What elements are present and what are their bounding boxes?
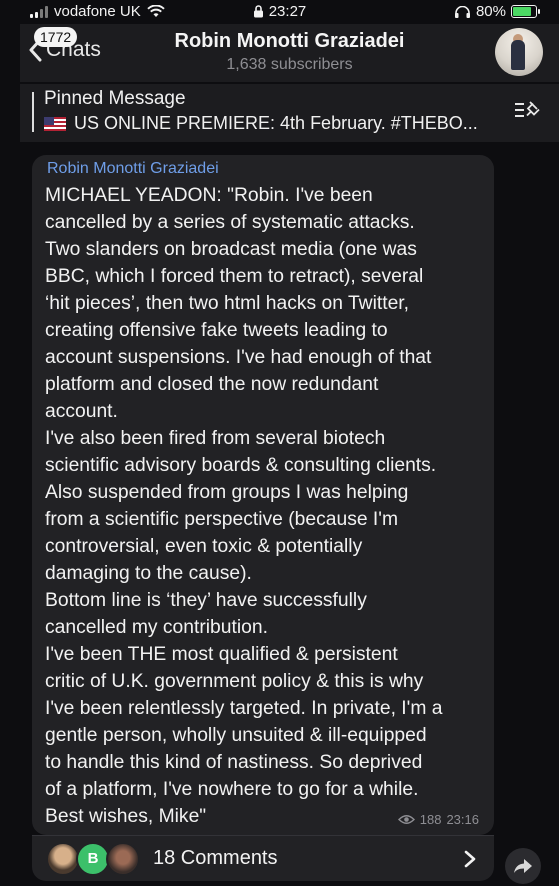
channel-title: Robin Monotti Graziadei: [174, 30, 405, 52]
message-line: of a platform, I've nowhere to go for a …: [45, 779, 419, 800]
chevron-right-icon: [464, 850, 476, 868]
telegram-channel-screen: vodafone UK 23:27 80% Chats 1772 Robin M…: [0, 0, 559, 886]
view-count: 188: [419, 812, 442, 827]
pinned-text-content: US ONLINE PREMIERE: 4th February. #THEBO…: [74, 113, 478, 133]
headphones-icon: [454, 5, 470, 18]
message-time: 23:16: [446, 812, 479, 827]
status-right: 80%: [454, 3, 540, 20]
us-flag-icon: [44, 116, 66, 131]
battery-icon: [511, 5, 540, 18]
message-sender: Robin Monotti Graziadei: [47, 160, 219, 177]
channel-title-block[interactable]: Robin Monotti Graziadei 1,638 subscriber…: [20, 30, 559, 74]
message-bubble[interactable]: Robin Monotti Graziadei MICHAEL YEADON: …: [32, 155, 494, 835]
message-line: account.: [45, 401, 118, 422]
message-line: MICHAEL YEADON: "Robin. I've been: [45, 185, 373, 206]
message-line: account suspensions. I've had enough of …: [45, 347, 432, 368]
channel-avatar[interactable]: [495, 28, 543, 76]
lock-icon: [253, 5, 263, 18]
message-line: I've also been fired from several biotec…: [45, 428, 386, 449]
message-line: creating offensive fake tweets leading t…: [45, 320, 388, 341]
message-line: gentle person, wholly unsuited & ill-equ…: [45, 725, 427, 746]
message-line: critic of U.K. government policy & this …: [45, 671, 424, 692]
pinned-label: Pinned Message: [44, 88, 186, 109]
message-line: cancelled my contribution.: [45, 617, 268, 638]
comments-bar[interactable]: B 18 Comments: [32, 835, 494, 881]
message-line: controversial, even toxic & potentially: [45, 536, 363, 557]
message-line: I've been THE most qualified & persisten…: [45, 644, 398, 665]
message-line: Bottom line is ‘they’ have successfully: [45, 590, 367, 611]
message-meta: 188 23:16: [397, 812, 479, 827]
message-line: I've been relentlessly targeted. In priv…: [45, 698, 443, 719]
message-line: damaging to the cause).: [45, 563, 252, 584]
message-line: Two slanders on broadcast media (one was: [45, 239, 417, 260]
comments-label: 18 Comments: [153, 847, 278, 869]
clock: 23:27: [268, 3, 307, 20]
eye-icon: [397, 815, 415, 824]
commenter-avatar: [106, 842, 140, 876]
message-line: to handle this kind of nastiness. So dep…: [45, 752, 423, 773]
message-line: from a scientific perspective (because I…: [45, 509, 399, 530]
message-line: ‘hit pieces’, then two html hacks on Twi…: [45, 293, 410, 314]
share-arrow-icon: [514, 859, 532, 873]
message-line: BBC, which I forced them to retract), se…: [45, 266, 424, 287]
pinned-text: US ONLINE PREMIERE: 4th February. #THEBO…: [44, 113, 478, 134]
message-line: scientific advisory boards & consulting …: [45, 455, 437, 476]
pinned-message-bar[interactable]: Pinned Message US ONLINE PREMIERE: 4th F…: [20, 84, 559, 142]
message-line: Also suspended from groups I was helping: [45, 482, 409, 503]
channel-header: Chats 1772 Robin Monotti Graziadei 1,638…: [20, 24, 559, 82]
share-button[interactable]: [505, 848, 541, 884]
message-line: platform and closed the now redundant: [45, 374, 379, 395]
commenter-avatar: [46, 842, 80, 876]
status-bar: vodafone UK 23:27 80%: [0, 0, 559, 24]
message-line: cancelled by a series of systematic atta…: [45, 212, 415, 233]
commenter-avatar: B: [76, 842, 110, 876]
pin-list-icon[interactable]: [513, 100, 541, 122]
message-text: MICHAEL YEADON: "Robin. I've been cancell…: [45, 182, 491, 830]
subscriber-count: 1,638 subscribers: [226, 56, 353, 73]
battery-percent: 80%: [475, 3, 506, 20]
pinned-indicator: [32, 92, 34, 132]
